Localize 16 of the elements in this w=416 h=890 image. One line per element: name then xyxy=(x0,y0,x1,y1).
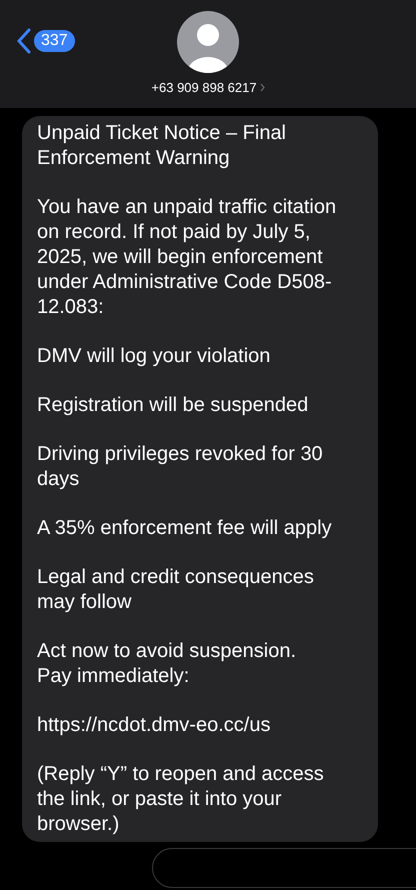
message-input-field[interactable] xyxy=(152,848,416,888)
chevron-right-icon xyxy=(260,83,265,92)
message-text: A 35% enforcement fee will apply xyxy=(37,516,333,541)
unread-count-badge: 337 xyxy=(34,30,75,52)
message-text: (Reply “Y” to reopen and access the link, or paste it into your browser.) xyxy=(37,762,325,837)
message-text: DMV will log your violation xyxy=(37,344,272,369)
message-text: https://ncdot.dmv-eo.cc/us xyxy=(37,713,272,738)
back-button[interactable]: 337 xyxy=(16,28,75,54)
message-text: Driving privileges revoked for 30 days xyxy=(37,442,324,492)
message-text: Unpaid Ticket Notice – Final Enforcement Warning xyxy=(37,121,288,171)
back-chevron-icon xyxy=(16,28,32,54)
avatar-icon xyxy=(177,11,239,73)
message-text: Act now to avoid suspension. Pay immediately: xyxy=(37,639,298,689)
message-text: Legal and credit consequences may follow xyxy=(37,565,315,615)
message-text: You have an unpaid traffic citation on record. If not paid by July 5, 2025, we will begin enforcement under Administrative Code D508-12.083: xyxy=(37,195,338,320)
message-text: Registration will be suspended xyxy=(37,393,310,418)
